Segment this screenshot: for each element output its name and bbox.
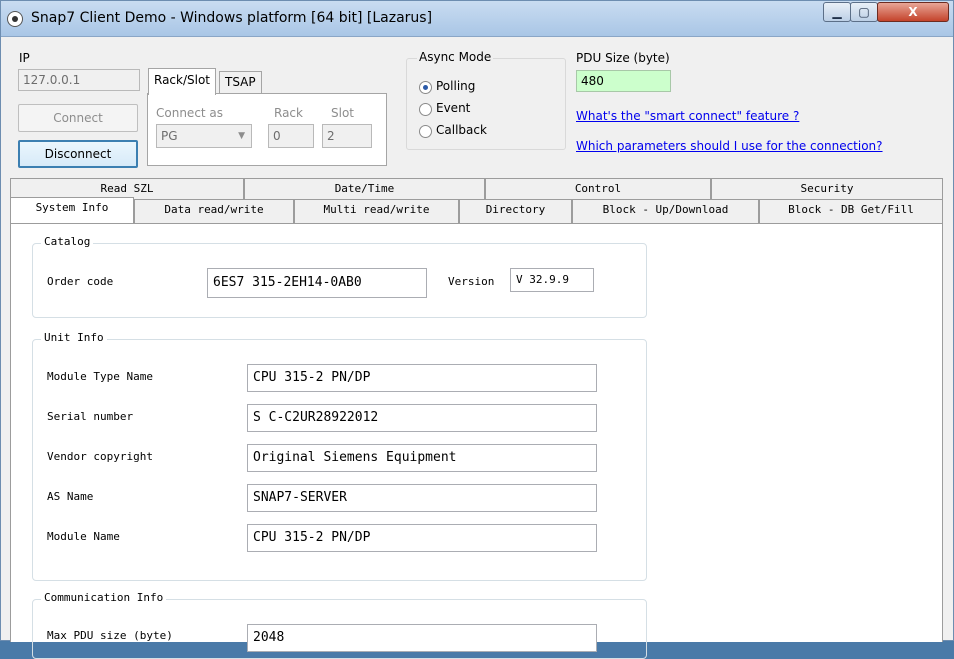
tab-system-info[interactable]: System Info [10,197,134,223]
tab-row-top: Read SZL Date/Time Control Security [10,178,943,199]
pdu-size-field[interactable]: 480 [576,70,671,92]
polling-radio[interactable] [419,81,432,94]
slot-label: Slot [331,106,354,120]
chevron-down-icon: ▼ [238,131,245,141]
catalog-title: Catalog [41,235,94,248]
ip-field[interactable]: 127.0.0.1 [18,69,140,91]
as-name-label: AS Name [47,490,94,503]
module-type-name-label: Module Type Name [47,370,153,383]
tab-row-bottom: System Info Data read/write Multi read/w… [10,197,943,223]
tab-tsap[interactable]: TSAP [219,71,262,93]
event-radio[interactable] [419,103,432,116]
app-window: Snap7 Client Demo - Windows platform [64… [0,0,954,659]
order-code-field[interactable]: 6ES7 315-2EH14-0AB0 [207,268,427,298]
ip-label: IP [19,51,30,65]
callback-label[interactable]: Callback [436,123,487,137]
event-label[interactable]: Event [436,101,470,115]
max-pdu-size-field[interactable]: 2048 [247,624,597,652]
smart-connect-link[interactable]: What's the "smart connect" feature ? [576,109,799,123]
tab-rack-slot[interactable]: Rack/Slot [148,68,217,95]
pdu-size-label: PDU Size (byte) [576,51,670,65]
serial-number-label: Serial number [47,410,134,423]
module-type-name-field[interactable]: CPU 315-2 PN/DP [247,364,597,392]
connection-params-link[interactable]: Which parameters should I use for the co… [576,139,883,153]
title-bar[interactable]: Snap7 Client Demo - Windows platform [64… [1,1,953,37]
close-button[interactable]: X [877,2,949,22]
callback-radio[interactable] [419,125,432,138]
serial-number-field[interactable]: S C-C2UR28922012 [247,404,597,432]
rack-label: Rack [274,106,303,120]
disconnect-button[interactable]: Disconnect [18,140,138,168]
communication-info-group: Communication Info Max PDU size (byte) 2… [32,591,647,659]
connect-as-value: PG [161,129,178,143]
tab-data-read-write[interactable]: Data read/write [134,199,294,223]
rack-field[interactable]: 0 [268,124,314,148]
polling-label[interactable]: Polling [436,79,475,93]
tab-read-szl[interactable]: Read SZL [10,178,244,199]
system-info-panel: Catalog Order code 6ES7 315-2EH14-0AB0 V… [10,223,943,659]
module-name-label: Module Name [47,530,120,543]
tab-date-time[interactable]: Date/Time [244,178,485,199]
tab-security[interactable]: Security [711,178,943,199]
app-icon [7,11,23,27]
as-name-field[interactable]: SNAP7-SERVER [247,484,597,512]
unit-info-title: Unit Info [41,331,107,344]
connect-button[interactable]: Connect [18,104,138,132]
tab-multi-read-write[interactable]: Multi read/write [294,199,459,223]
tab-block-db-get-fill[interactable]: Block - DB Get/Fill [759,199,943,223]
slot-field[interactable]: 2 [322,124,372,148]
connect-as-select[interactable]: PG ▼ [156,124,252,148]
async-mode-title: Async Mode [417,50,494,64]
catalog-group: Catalog Order code 6ES7 315-2EH14-0AB0 V… [32,235,647,318]
max-pdu-size-label: Max PDU size (byte) [47,629,173,642]
minimize-button[interactable]: ▁ [823,2,851,22]
order-code-label: Order code [47,275,114,288]
window-title: Snap7 Client Demo - Windows platform [64… [31,10,433,26]
unit-info-group: Unit Info Module Type Name CPU 315-2 PN/… [32,331,647,581]
rack-slot-panel: Connect as PG ▼ Rack 0 Slot 2 [147,93,387,166]
version-field[interactable]: V 32.9.9 [510,268,594,292]
module-name-field[interactable]: CPU 315-2 PN/DP [247,524,597,552]
maximize-button[interactable]: ▢ [850,2,878,22]
vendor-copyright-field[interactable]: Original Siemens Equipment [247,444,597,472]
communication-info-title: Communication Info [41,591,167,604]
tab-block-up-download[interactable]: Block - Up/Download [572,199,759,223]
tab-directory[interactable]: Directory [459,199,572,223]
version-label: Version [448,275,495,288]
vendor-copyright-label: Vendor copyright [47,450,153,463]
tab-control[interactable]: Control [485,178,711,199]
connect-as-label: Connect as [156,106,224,120]
